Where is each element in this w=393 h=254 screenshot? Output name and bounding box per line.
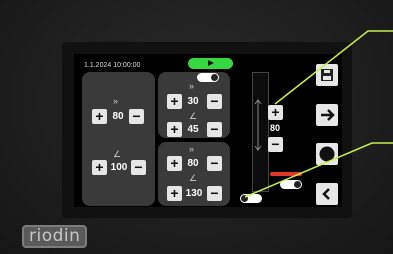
callout-lines — [244, 30, 393, 198]
brand-logo: riodin — [22, 225, 88, 248]
device-frame: 1.1.2024 10:00:00 » + 80 − ∠ + 100 − » +… — [0, 0, 393, 254]
